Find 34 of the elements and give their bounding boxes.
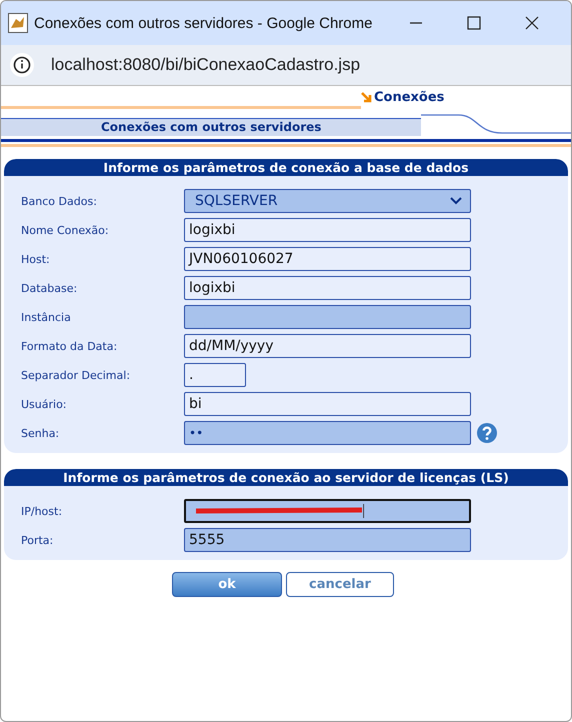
dropdown[interactable]: SQLSERVER xyxy=(184,189,471,213)
maximize-icon[interactable] xyxy=(467,16,481,30)
input-field[interactable]: logixbi xyxy=(184,276,471,300)
field-label: Banco Dados: xyxy=(21,194,98,208)
input-field[interactable]: bi xyxy=(184,392,471,416)
cancel-button[interactable]: cancelar xyxy=(286,572,394,597)
help-icon[interactable] xyxy=(477,423,497,443)
field-label: Instância xyxy=(21,310,72,324)
input-field[interactable]: . xyxy=(184,363,246,387)
input-field[interactable]: dd/MM/yyyy xyxy=(184,334,471,358)
input-field[interactable] xyxy=(184,499,471,523)
breadcrumb-link[interactable]: Conexões xyxy=(374,90,444,105)
field-label: Usuário: xyxy=(21,398,68,410)
section-header: Informe os parâmetros de conexão ao servidor de licenças (LS) xyxy=(4,469,568,486)
input-field[interactable]: JVN060106027 xyxy=(184,247,471,271)
field-label: Nome Conexão: xyxy=(21,224,110,236)
arrow-icon xyxy=(361,92,373,104)
field-label: IP/host: xyxy=(21,504,64,518)
input-field[interactable]: logixbi xyxy=(184,218,471,242)
field-label: Senha: xyxy=(21,426,60,440)
field-label: Porta: xyxy=(21,534,54,546)
window-title: Conexões com outros servidores - Google Chrome xyxy=(34,14,374,32)
app-icon xyxy=(8,13,28,33)
password-field[interactable]: •• xyxy=(184,421,471,445)
input-field[interactable] xyxy=(184,305,471,329)
field-label: Formato da Data: xyxy=(21,340,118,352)
close-icon[interactable] xyxy=(525,16,539,30)
info-icon[interactable] xyxy=(10,53,34,77)
input-field[interactable]: 5555 xyxy=(184,528,471,552)
field-label: Separador Decimal: xyxy=(21,368,132,382)
section-header: Informe os parâmetros de conexão a base de dados xyxy=(4,159,568,176)
field-label: Database: xyxy=(21,282,78,294)
chevron-down-icon xyxy=(450,197,462,205)
field-label: Host: xyxy=(21,252,51,266)
